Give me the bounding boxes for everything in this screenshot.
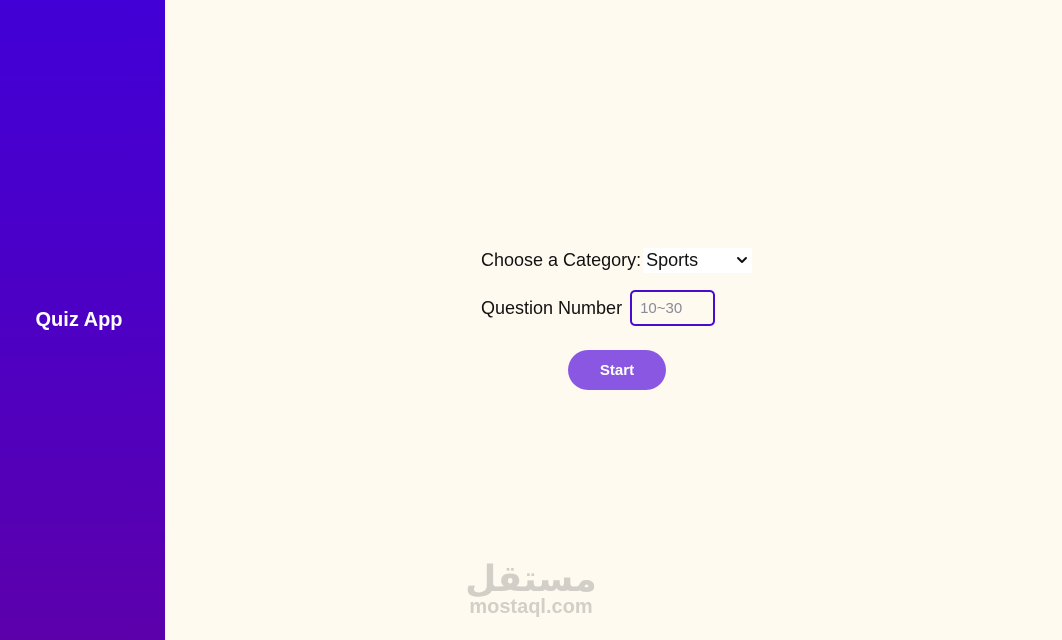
question-number-row: Question Number <box>481 290 771 326</box>
category-label: Choose a Category: <box>481 249 642 270</box>
start-button[interactable]: Start <box>568 350 666 390</box>
category-row: Choose a Category: Sports <box>481 247 771 273</box>
category-select[interactable]: Sports <box>643 247 753 273</box>
main-panel: Choose a Category: Sports Question Numbe… <box>165 0 1062 640</box>
question-number-input[interactable] <box>630 290 716 326</box>
chevron-down-icon <box>736 254 748 266</box>
app-root: Quiz App Choose a Category: Sports Quest… <box>0 0 1062 640</box>
quiz-setup-form: Choose a Category: Sports Question Numbe… <box>481 247 771 326</box>
category-selected-value: Sports <box>646 249 699 270</box>
sidebar: Quiz App <box>0 0 165 640</box>
watermark-latin: mostaql.com <box>469 596 593 618</box>
question-number-label: Question Number <box>481 297 623 318</box>
watermark-arabic: مستقل <box>465 559 597 600</box>
watermark-logo: مستقل mostaql.com <box>465 559 597 619</box>
app-title: Quiz App <box>35 308 123 331</box>
